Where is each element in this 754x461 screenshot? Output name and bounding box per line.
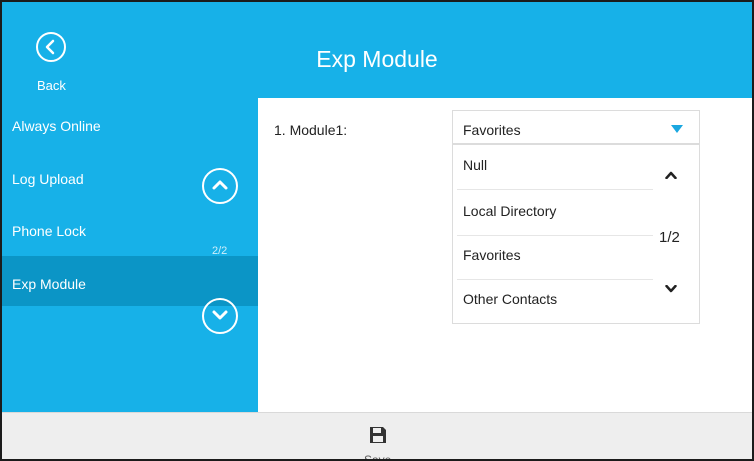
sidebar-item-always-online[interactable]: Always Online [2, 98, 258, 148]
dropdown-option-label: Other Contacts [463, 291, 558, 307]
dropdown-option-favorites[interactable]: Favorites [453, 235, 653, 279]
chevron-up-icon [212, 180, 228, 190]
chevron-up-icon[interactable] [665, 171, 677, 179]
module-select[interactable]: Favorites [452, 110, 700, 144]
sidebar-item-label: Log Upload [12, 171, 84, 187]
scroll-down-button[interactable] [202, 298, 238, 334]
dropdown-option-local-directory[interactable]: Local Directory [453, 191, 653, 235]
content-panel: 1. Module1: Favorites Null Local Directo… [258, 98, 752, 412]
sidebar: Always Online Log Upload Phone Lock Exp … [2, 98, 258, 412]
save-button[interactable]: Save [360, 419, 396, 461]
sidebar-item-label: Exp Module [12, 276, 86, 292]
caret-down-icon [671, 125, 683, 133]
bottom-toolbar: Save [2, 412, 752, 461]
sidebar-item-label: Always Online [12, 118, 101, 134]
page-title: Exp Module [316, 46, 438, 72]
sidebar-item-label: Phone Lock [12, 223, 86, 239]
dropdown-option-label: Local Directory [463, 203, 557, 219]
dropdown-option-null[interactable]: Null [453, 145, 653, 189]
chevron-down-icon [212, 310, 228, 320]
dropdown-option-label: Null [463, 157, 488, 173]
screen-frame: Back Exp Module Always Online Log Upload… [0, 0, 754, 461]
chevron-down-icon[interactable] [665, 285, 677, 293]
dropdown-page-indicator: 1/2 [659, 229, 680, 246]
header-bar: Back Exp Module [2, 2, 752, 98]
dropdown-option-label: Favorites [463, 247, 521, 263]
floppy-disk-icon [370, 427, 386, 443]
save-label: Save [364, 453, 392, 461]
divider [457, 189, 653, 190]
module-field-label: 1. Module1: [274, 122, 348, 138]
dropdown-option-other-contacts[interactable]: Other Contacts [453, 279, 653, 323]
sidebar-page-indicator: 2/2 [212, 245, 228, 257]
back-label: Back [37, 78, 66, 93]
dropdown-list: Null Local Directory Favorites Other Con… [452, 144, 700, 324]
select-value: Favorites [463, 122, 521, 138]
scroll-up-button[interactable] [202, 168, 238, 204]
